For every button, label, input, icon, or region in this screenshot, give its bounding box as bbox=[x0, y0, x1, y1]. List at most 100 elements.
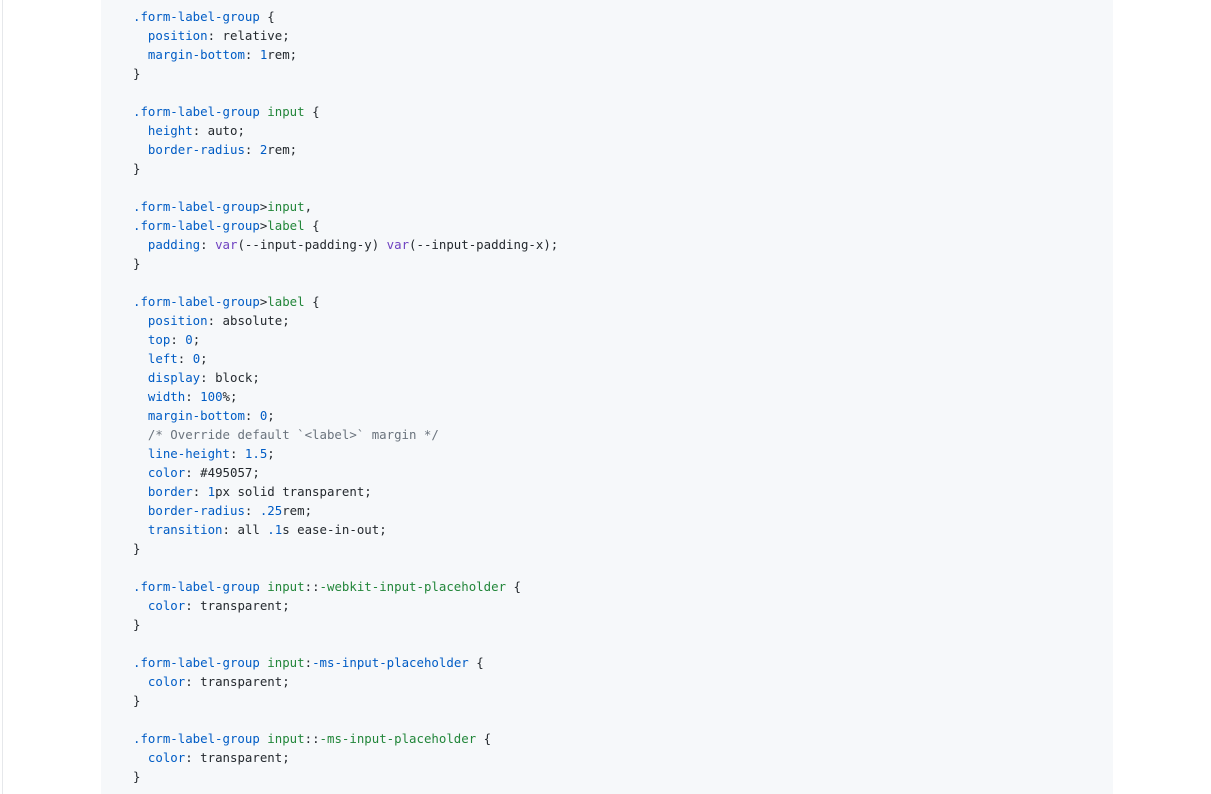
code-line: border-radius: 2rem; bbox=[133, 140, 558, 159]
code-token: -ms-input-placeholder bbox=[319, 731, 477, 746]
code-token: : bbox=[185, 598, 201, 613]
code-token: left bbox=[147, 351, 178, 366]
code-token: .form-label-group bbox=[133, 655, 260, 670]
code-line: .form-label-group input::-ms-input-place… bbox=[133, 729, 558, 748]
code-token: var bbox=[215, 237, 238, 252]
code-token: : bbox=[177, 351, 193, 366]
code-token: .form-label-group bbox=[133, 218, 260, 233]
page: .form-label-group { position: relative; … bbox=[0, 0, 1211, 794]
code-token: { bbox=[304, 218, 320, 233]
code-line: .form-label-group input:-ms-input-placeh… bbox=[133, 653, 558, 672]
code-token: : bbox=[222, 522, 238, 537]
code-token: label bbox=[267, 218, 305, 233]
code-token: height bbox=[147, 123, 193, 138]
code-token: margin-bottom bbox=[147, 408, 245, 423]
code-token: rem; bbox=[267, 142, 298, 157]
code-token: #495057; bbox=[200, 465, 260, 480]
code-token: : bbox=[207, 313, 223, 328]
code-panel: .form-label-group { position: relative; … bbox=[101, 0, 1113, 794]
code-line: } bbox=[133, 615, 558, 634]
code-token: px solid transparent; bbox=[215, 484, 372, 499]
code-token: ; bbox=[267, 446, 275, 461]
code-block: .form-label-group { position: relative; … bbox=[133, 7, 558, 786]
code-token: : bbox=[244, 503, 260, 518]
code-line: .form-label-group input::-webkit-input-p… bbox=[133, 577, 558, 596]
code-line: ​ bbox=[133, 273, 558, 292]
code-token: all bbox=[237, 522, 268, 537]
code-token: ; bbox=[200, 351, 208, 366]
code-token: .form-label-group bbox=[133, 9, 260, 24]
code-token: 100 bbox=[200, 389, 223, 404]
code-token: border bbox=[147, 484, 193, 499]
code-token: } bbox=[133, 617, 141, 632]
code-token: } bbox=[133, 769, 141, 784]
code-line: .form-label-group input { bbox=[133, 102, 558, 121]
code-token: : bbox=[185, 389, 201, 404]
code-token: : bbox=[200, 237, 216, 252]
code-token: border-radius bbox=[147, 503, 245, 518]
code-token: input bbox=[267, 655, 305, 670]
code-token: : bbox=[200, 370, 216, 385]
code-line: padding: var(--input-padding-y) var(--in… bbox=[133, 235, 558, 254]
code-token: : bbox=[304, 655, 313, 670]
code-line: ​ bbox=[133, 558, 558, 577]
code-token: margin-bottom bbox=[147, 47, 245, 62]
code-line: ​ bbox=[133, 710, 558, 729]
code-token: top bbox=[147, 332, 171, 347]
code-line: } bbox=[133, 64, 558, 83]
code-token: (--input-padding-x); bbox=[409, 237, 559, 252]
code-line: line-height: 1.5; bbox=[133, 444, 558, 463]
code-token: .form-label-group bbox=[133, 199, 260, 214]
code-token: transition bbox=[147, 522, 223, 537]
code-token: border-radius bbox=[147, 142, 245, 157]
code-token: , bbox=[304, 199, 313, 214]
code-token: transparent; bbox=[200, 598, 290, 613]
code-line: border: 1px solid transparent; bbox=[133, 482, 558, 501]
code-token: transparent; bbox=[200, 674, 290, 689]
code-token: .form-label-group bbox=[133, 579, 260, 594]
code-token: } bbox=[133, 161, 141, 176]
code-token: 0 bbox=[185, 332, 193, 347]
code-token: { bbox=[506, 579, 521, 594]
code-token: input bbox=[267, 104, 305, 119]
code-token: .form-label-group bbox=[133, 104, 260, 119]
code-token: %; bbox=[222, 389, 238, 404]
code-line: color: transparent; bbox=[133, 672, 558, 691]
code-token: block; bbox=[215, 370, 260, 385]
code-token: (--input-padding-y) bbox=[237, 237, 387, 252]
code-token: : bbox=[185, 465, 201, 480]
code-line: .form-label-group>input, bbox=[133, 197, 558, 216]
code-token: input bbox=[267, 199, 305, 214]
code-token: padding bbox=[147, 237, 201, 252]
code-token: -ms-input-placeholder bbox=[312, 655, 469, 670]
code-token: label bbox=[267, 294, 305, 309]
code-token: relative; bbox=[222, 28, 290, 43]
code-token: 1 bbox=[207, 484, 216, 499]
code-token: : bbox=[185, 750, 201, 765]
code-token: : bbox=[192, 484, 208, 499]
code-line: } bbox=[133, 691, 558, 710]
code-line: ​ bbox=[133, 83, 558, 102]
code-token: :: bbox=[304, 731, 320, 746]
code-line: .form-label-group { bbox=[133, 7, 558, 26]
code-line: color: #495057; bbox=[133, 463, 558, 482]
code-line: ​ bbox=[133, 178, 558, 197]
code-token: color bbox=[147, 750, 186, 765]
code-token: { bbox=[476, 731, 492, 746]
code-token: -webkit-input-placeholder bbox=[319, 579, 507, 594]
code-token: input bbox=[267, 731, 305, 746]
code-token: .1 bbox=[267, 522, 283, 537]
